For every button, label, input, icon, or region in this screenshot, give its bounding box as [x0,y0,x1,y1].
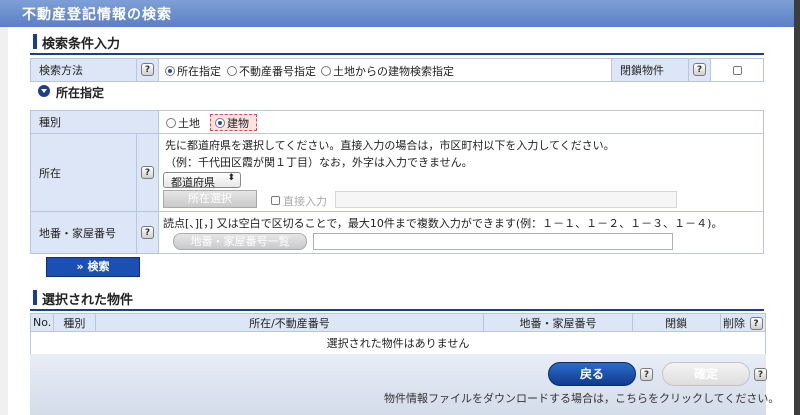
address-label-cell: 所在 [31,134,137,211]
prefecture-select[interactable]: 都道府県 ⬍ [163,172,241,189]
col-lot-number: 地番・家屋番号 [483,313,633,332]
section-header-search: 検索条件入力 [30,31,764,55]
radio-building-label[interactable]: 建物 [227,115,249,131]
radio-land-label[interactable]: 土地 [178,115,200,131]
address-instruction-1: 先に都道府県を選択してください。直接入力の場合は，市区町村以下を入力してください… [165,139,615,152]
lot-number-label-cell: 地番・家屋番号 [31,212,137,253]
table-row: 選択された物件はありません [30,331,766,355]
confirm-help-icon[interactable]: ? [754,368,767,381]
empty-message: 選択された物件はありません [30,331,766,355]
section-title-selected: 選択された物件 [42,293,134,308]
radio-building-from-land[interactable] [321,66,331,76]
back-help-icon[interactable]: ? [640,368,653,381]
direct-input-label: 直接入力 [283,195,327,208]
confirm-button[interactable]: 確定 [662,362,750,386]
address-help-icon[interactable]: ? [141,165,154,179]
col-type: 種別 [53,313,96,332]
download-link[interactable]: 物件情報ファイルをダウンロードする場合は，こちらをクリックしてください。 [384,390,779,406]
closed-property-checkbox[interactable] [733,66,742,75]
location-section-title: 所在指定 [56,86,105,100]
selected-properties-table: No. 種別 所在/不動産番号 地番・家屋番号 閉鎖 削除 ? 選択された物件は… [29,313,767,355]
radio-property-number-label[interactable]: 不動産番号指定 [239,63,316,79]
radio-building[interactable] [215,118,225,128]
col-address: 所在/不動産番号 [94,313,485,332]
chevron-down-circle-icon [38,85,50,97]
address-row: 所在 ? 先に都道府県を選択してください。直接入力の場合は，市区町村以下を入力し… [30,134,764,212]
address-label: 所在 [39,166,61,180]
search-method-row: 検索方法 ? 所在指定 不動産番号指定 土地からの建物検索指定 閉鎖物件 ? [30,58,764,82]
page-left-edge [0,0,8,415]
col-delete: 削除 ? [719,313,767,332]
section-title-search: 検索条件入力 [42,37,121,52]
radio-location-spec[interactable] [165,66,175,76]
lot-number-help-cell: ? [137,212,159,253]
closed-property-label: 閉鎖物件 [620,64,664,77]
type-label-cell: 種別 [31,111,159,133]
select-arrows-icon: ⬍ [227,173,235,183]
window-titlebar: 不動産登記情報の検索 [0,0,794,27]
search-method-help-icon[interactable]: ? [141,63,154,76]
radio-land[interactable] [166,118,176,128]
direct-input-checkbox[interactable] [271,196,280,205]
closed-property-help-icon[interactable]: ? [693,63,706,76]
back-button[interactable]: 戻る [548,362,636,386]
col-closed: 閉鎖 [631,313,721,332]
delete-help-icon[interactable]: ? [749,317,763,330]
col-delete-label: 削除 [723,316,746,330]
page-right-edge [794,0,800,415]
lot-number-label: 地番・家屋番号 [39,226,116,240]
radio-property-number[interactable] [227,66,237,76]
address-select-button[interactable]: 所在選択 [163,190,257,208]
closed-property-label-cell: 閉鎖物件 [611,59,689,81]
lot-number-instruction: 読点[、][，] 又は空白で区切ることで，最大10件まで複数入力ができます(例：… [163,217,723,230]
lot-number-input[interactable] [313,233,673,250]
window-title: 不動産登記情報の検索 [22,7,172,23]
type-row: 種別 土地 建物 [30,110,764,134]
radio-building-from-land-label[interactable]: 土地からの建物検索指定 [333,63,454,79]
lot-number-row: 地番・家屋番号 ? 読点[、][，] 又は空白で区切ることで，最大10件まで複数… [30,212,764,254]
lot-number-help-icon[interactable]: ? [141,225,154,239]
section-header-selected: 選択された物件 [30,287,764,311]
type-label: 種別 [39,116,61,129]
radio-location-spec-label[interactable]: 所在指定 [177,63,221,79]
prefecture-select-value: 都道府県 [171,176,215,189]
lot-number-list-button[interactable]: 地番・家屋番号一覧 [173,233,307,250]
closed-property-help-cell: ? [689,59,711,81]
search-method-label-cell: 検索方法 [31,59,137,81]
direct-address-input[interactable] [335,191,677,208]
search-button[interactable]: » 検索 [46,257,140,277]
search-method-help-cell: ? [137,59,159,81]
search-method-label: 検索方法 [39,64,83,77]
address-help-cell: ? [137,134,159,211]
col-no: No. [29,313,55,332]
address-instruction-2: （例：千代田区霞が関１丁目）なお，外字は入力できません。 [165,156,473,169]
table-header-row: No. 種別 所在/不動産番号 地番・家屋番号 閉鎖 削除 ? [29,313,767,332]
